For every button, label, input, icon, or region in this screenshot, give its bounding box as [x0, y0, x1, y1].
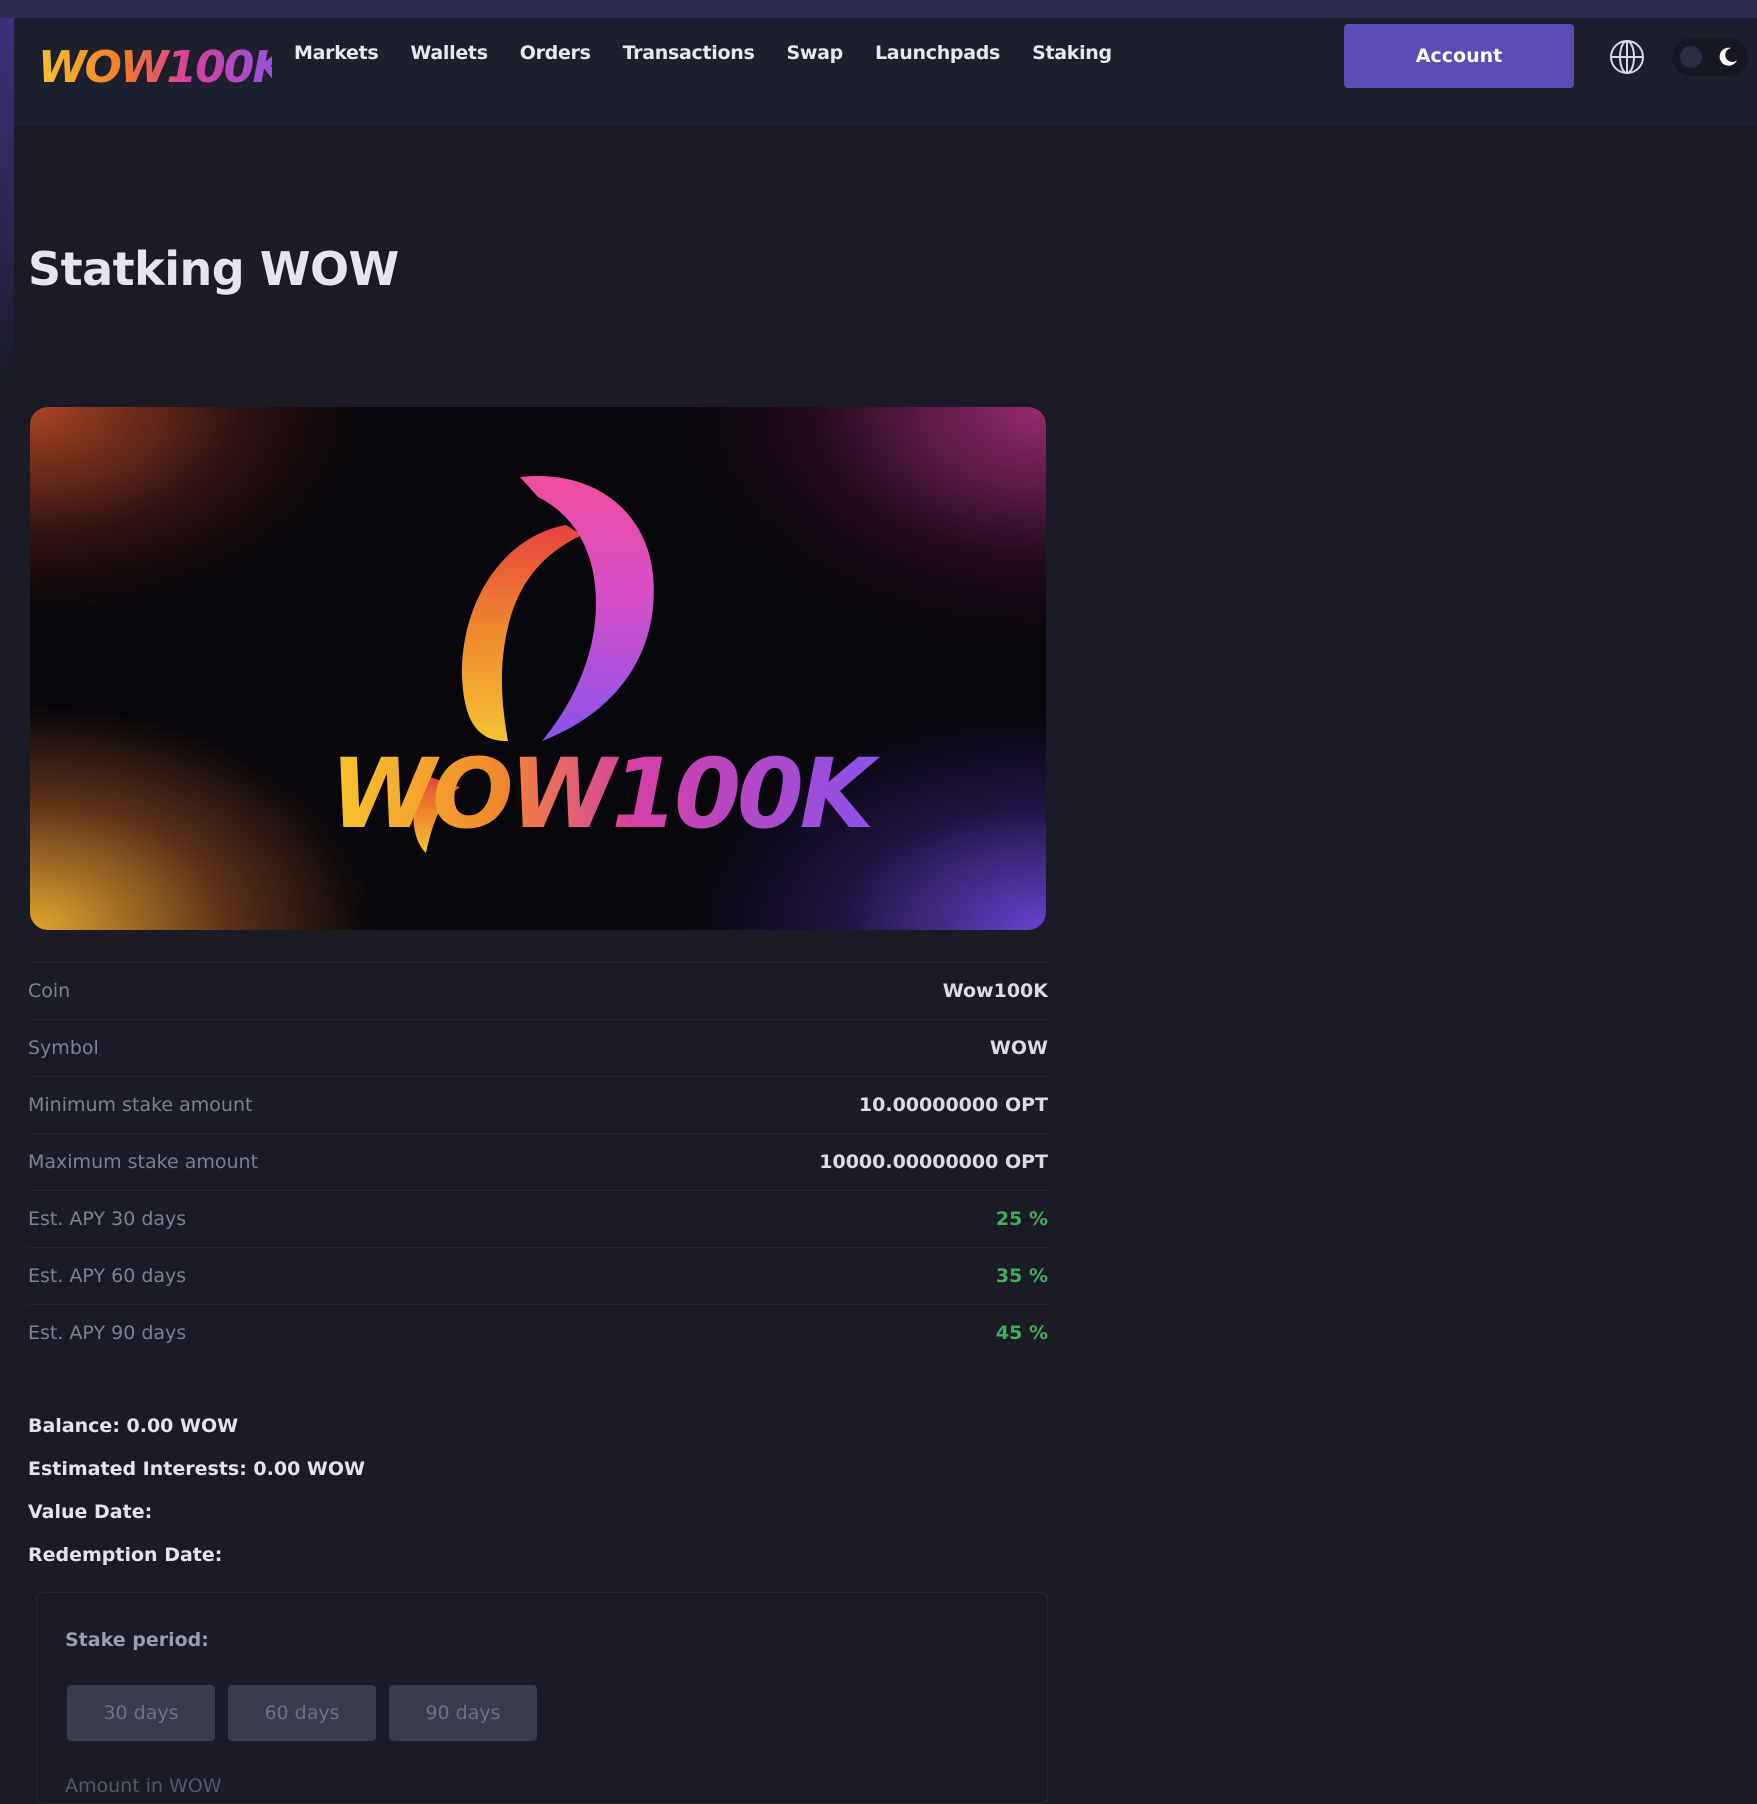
navbar: WOW100K Markets Wallets Orders Transacti… — [14, 18, 1757, 125]
nav-transactions[interactable]: Transactions — [623, 42, 755, 64]
detail-label: Est. APY 90 days — [28, 1322, 187, 1344]
detail-value: WOW — [989, 1037, 1048, 1059]
detail-value: 10.00000000 OPT — [858, 1094, 1048, 1116]
nav-launchpads[interactable]: Launchpads — [875, 42, 1000, 64]
value-date-text: Value Date: — [28, 1501, 153, 1523]
detail-label: Maximum stake amount — [28, 1151, 259, 1173]
period-90-days-button[interactable]: 90 days — [389, 1685, 537, 1741]
redemption-date-text: Redemption Date: — [28, 1544, 223, 1566]
detail-row: Symbol WOW — [28, 1019, 1048, 1076]
detail-label: Est. APY 30 days — [28, 1208, 187, 1230]
wow100k-logo-icon: WOW100K — [330, 475, 885, 853]
nav-swap[interactable]: Swap — [786, 42, 843, 64]
coin-details-table: Coin Wow100K Symbol WOW Minimum stake amount… — [28, 962, 1048, 1361]
coin-banner: WOW100K — [30, 407, 1046, 930]
detail-row: Est. APY 60 days 35 % — [28, 1247, 1048, 1304]
detail-label: Coin — [28, 980, 71, 1002]
nav-staking[interactable]: Staking — [1032, 42, 1112, 64]
brand-logo-text: WOW100K — [38, 42, 272, 93]
detail-value: Wow100K — [942, 980, 1048, 1002]
moon-icon — [1719, 47, 1737, 66]
main-nav: Markets Wallets Orders Transactions Swap… — [294, 18, 1144, 88]
detail-label: Minimum stake amount — [28, 1094, 253, 1116]
theme-toggle[interactable] — [1672, 38, 1748, 76]
brand-logo[interactable]: WOW100K — [32, 26, 272, 100]
detail-label: Est. APY 60 days — [28, 1265, 187, 1287]
period-60-days-button[interactable]: 60 days — [228, 1685, 376, 1741]
stake-form: Stake period: 30 days 60 days 90 days Am… — [36, 1592, 1048, 1804]
detail-value: 10000.00000000 OPT — [819, 1151, 1048, 1173]
page-title: Statking WOW — [28, 242, 399, 296]
detail-row: Est. APY 30 days 25 % — [28, 1190, 1048, 1247]
globe-icon[interactable] — [1607, 37, 1647, 77]
detail-row: Maximum stake amount 10000.00000000 OPT — [28, 1133, 1048, 1190]
balance-text: Balance: 0.00 WOW — [28, 1415, 239, 1437]
estimated-interests-text: Estimated Interests: 0.00 WOW — [28, 1458, 365, 1480]
detail-value: 45 % — [995, 1322, 1048, 1344]
window-top-strip — [0, 0, 1757, 18]
stake-summary: Balance: 0.00 WOW Estimated Interests: 0… — [28, 1405, 365, 1577]
detail-value: 25 % — [995, 1208, 1048, 1230]
nav-orders[interactable]: Orders — [520, 42, 591, 64]
detail-label: Symbol — [28, 1037, 99, 1059]
theme-toggle-knob — [1680, 46, 1702, 68]
account-button[interactable]: Account — [1344, 24, 1574, 88]
nav-markets[interactable]: Markets — [294, 42, 379, 64]
banner-logo-text: WOW100K — [330, 738, 881, 850]
window-left-strip — [0, 18, 14, 378]
detail-value: 35 % — [995, 1265, 1048, 1287]
period-30-days-button[interactable]: 30 days — [67, 1685, 215, 1741]
stake-period-label: Stake period: — [65, 1629, 209, 1651]
detail-row: Coin Wow100K — [28, 962, 1048, 1019]
detail-row: Est. APY 90 days 45 % — [28, 1304, 1048, 1361]
nav-wallets[interactable]: Wallets — [410, 42, 488, 64]
detail-row: Minimum stake amount 10.00000000 OPT — [28, 1076, 1048, 1133]
